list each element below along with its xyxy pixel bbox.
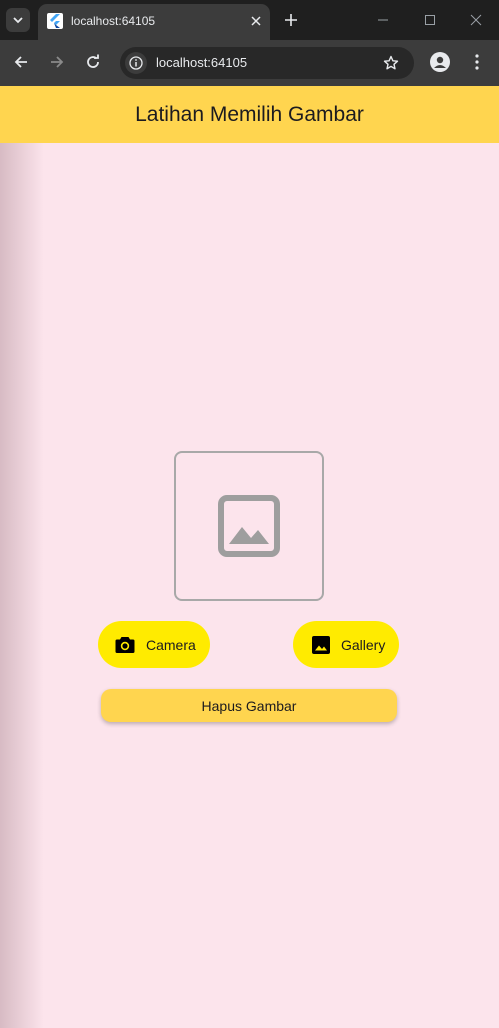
app-viewport: Latihan Memilih Gambar Camera Gallery Ha… [0,86,499,1028]
gallery-button-label: Gallery [341,636,386,653]
camera-icon [114,634,136,656]
tab-search-button[interactable] [6,8,30,32]
site-info-icon[interactable] [125,52,147,74]
url-text: localhost:64105 [156,55,248,70]
image-preview [174,451,324,601]
close-window-icon[interactable] [461,6,491,34]
bookmark-star-icon[interactable] [381,53,401,73]
tab-title: localhost:64105 [71,14,156,28]
image-icon [218,495,280,557]
browser-tab-strip: localhost:64105 [0,0,499,40]
browser-tab[interactable]: localhost:64105 [38,4,270,40]
image-icon [310,634,332,656]
browser-toolbar: localhost:64105 [0,40,499,86]
maximize-icon[interactable] [415,6,445,34]
flutter-favicon-icon [47,13,63,29]
app-bar: Latihan Memilih Gambar [0,86,499,143]
left-edge-shadow [0,86,44,1028]
back-arrow-icon[interactable] [9,50,33,74]
close-tab-icon[interactable] [246,11,266,31]
forward-arrow-icon[interactable] [45,50,69,74]
more-menu-icon[interactable] [465,50,489,74]
chevron-down-icon [13,17,23,24]
camera-button[interactable]: Camera [98,621,210,668]
clear-image-button[interactable]: Hapus Gambar [101,689,397,722]
profile-avatar-icon[interactable] [428,50,452,74]
reload-icon[interactable] [81,50,105,74]
page-title: Latihan Memilih Gambar [135,102,364,126]
new-tab-icon[interactable] [280,9,302,31]
camera-button-label: Camera [146,636,196,653]
address-bar[interactable]: localhost:64105 [120,47,414,79]
minimize-icon[interactable] [368,6,398,34]
gallery-button[interactable]: Gallery [293,621,399,668]
